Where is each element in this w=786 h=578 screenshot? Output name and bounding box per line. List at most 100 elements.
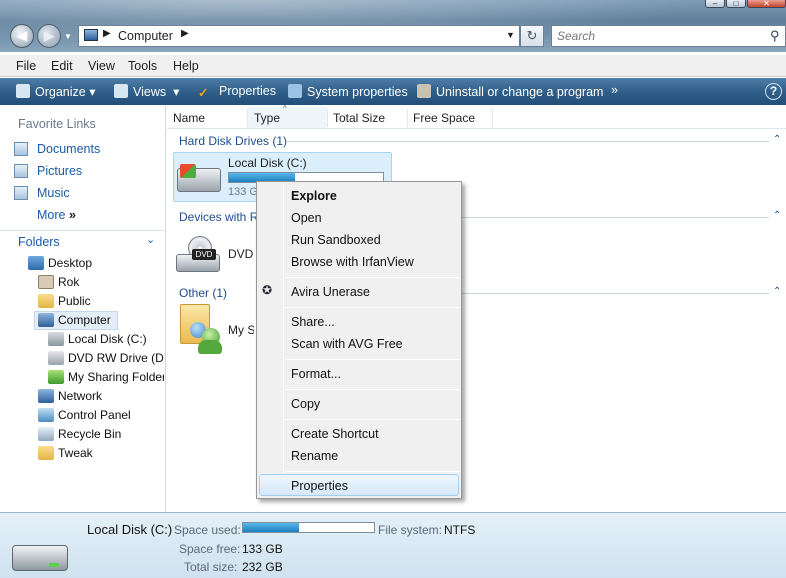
group-divider <box>461 217 769 218</box>
group-header-removable[interactable]: Devices with Removable Storage (1) <box>179 210 257 224</box>
search-icon[interactable]: ⚲ <box>770 28 780 44</box>
tree-item-network[interactable]: Network <box>58 389 102 403</box>
details-usage-bar <box>242 522 375 533</box>
column-name[interactable]: Name <box>173 111 205 125</box>
uninstall-icon <box>417 84 431 98</box>
views-button[interactable]: Views ▾ <box>114 84 179 99</box>
favorite-documents[interactable]: Documents <box>37 142 100 156</box>
menu-item-format[interactable]: Format... <box>291 367 341 381</box>
dvd-logo-label: DVD <box>192 249 216 260</box>
uninstall-label: Uninstall or change a program <box>436 85 604 99</box>
context-menu-gutter <box>283 184 284 496</box>
system-properties-icon <box>288 84 302 98</box>
tree-item-rok[interactable]: Rok <box>58 275 79 289</box>
chevron-down-icon[interactable]: ⌄ <box>146 233 155 246</box>
column-free-space[interactable]: Free Space <box>413 111 475 125</box>
refresh-button[interactable]: ↻ <box>520 25 544 47</box>
control-panel-icon <box>38 408 54 422</box>
breadcrumb-arrow-icon[interactable]: ▶ <box>181 28 189 39</box>
menu-item-browse-irfanview[interactable]: Browse with IrfanView <box>291 255 414 269</box>
organize-button[interactable]: Organize ▾ <box>16 84 95 99</box>
uninstall-button[interactable]: Uninstall or change a program <box>417 84 603 99</box>
tree-item-control-panel[interactable]: Control Panel <box>58 408 131 422</box>
search-box[interactable]: ⚲ <box>551 25 786 47</box>
network-icon <box>38 389 54 403</box>
minimize-button[interactable]: – <box>705 0 725 8</box>
dvd-drive-icon <box>48 351 64 365</box>
help-icon[interactable]: ? <box>765 83 782 100</box>
address-bar[interactable]: ▶ Computer ▶ ▼ <box>78 25 520 47</box>
collapse-group-icon[interactable]: ⌃ <box>773 286 781 297</box>
sharing-folder-name[interactable]: My Sharing Folders <box>228 323 254 337</box>
menu-file[interactable]: File <box>16 59 36 73</box>
system-properties-button[interactable]: System properties <box>288 84 408 99</box>
dvd-drive-name[interactable]: DVD RW Drive (D:) <box>228 247 254 261</box>
column-divider[interactable] <box>327 109 328 127</box>
menu-item-run-sandboxed[interactable]: Run Sandboxed <box>291 233 381 247</box>
menu-separator <box>285 307 459 308</box>
tree-item-recycle-bin[interactable]: Recycle Bin <box>58 427 121 441</box>
tree-item-tweak[interactable]: Tweak <box>58 446 93 460</box>
tree-item-computer[interactable]: Computer <box>58 313 111 327</box>
menu-item-scan-avg[interactable]: Scan with AVG Free <box>291 337 403 351</box>
menu-separator <box>285 471 459 472</box>
hard-drive-icon <box>48 332 64 346</box>
local-disk-free-text: 133 GB free of 232 GB <box>228 186 256 198</box>
menu-item-properties[interactable]: Properties <box>291 479 348 493</box>
favorite-pictures[interactable]: Pictures <box>37 164 82 178</box>
close-button[interactable]: ✕ <box>747 0 786 8</box>
tree-item-sharing-folders[interactable]: My Sharing Folders <box>68 370 164 384</box>
system-properties-label: System properties <box>307 85 408 99</box>
pictures-icon <box>14 164 28 178</box>
address-dropdown-icon[interactable]: ▼ <box>506 30 515 40</box>
tree-item-dvd-drive[interactable]: DVD RW Drive (D:) <box>68 351 164 365</box>
collapse-group-icon[interactable]: ⌃ <box>773 134 781 145</box>
column-total-size[interactable]: Total Size <box>333 111 385 125</box>
menu-item-explore[interactable]: Explore <box>291 189 337 203</box>
favorite-more-link[interactable]: More » <box>37 208 76 222</box>
menu-item-avira-unerase[interactable]: Avira Unerase <box>291 285 370 299</box>
menu-item-share[interactable]: Share... <box>291 315 335 329</box>
local-disk-name: Local Disk (C:) <box>228 156 307 170</box>
breadcrumb-computer[interactable]: Computer <box>118 29 173 43</box>
details-usage-fill <box>243 523 300 532</box>
menu-tools[interactable]: Tools <box>128 59 157 73</box>
breadcrumb-arrow-icon[interactable]: ▶ <box>103 28 111 39</box>
collapse-group-icon[interactable]: ⌃ <box>773 210 781 221</box>
menu-view[interactable]: View <box>88 59 115 73</box>
column-divider[interactable] <box>492 109 493 127</box>
tree-item-desktop[interactable]: Desktop <box>48 256 92 270</box>
menu-edit[interactable]: Edit <box>51 59 73 73</box>
maximize-button[interactable]: □ <box>726 0 746 8</box>
organize-icon <box>16 84 30 98</box>
menu-separator <box>285 277 459 278</box>
total-size-value: 232 GB <box>242 560 283 574</box>
menu-item-open[interactable]: Open <box>291 211 322 225</box>
menu-help[interactable]: Help <box>173 59 199 73</box>
checkmark-icon: ✓ <box>198 86 209 100</box>
properties-button[interactable]: ✓ Properties <box>198 84 276 100</box>
toolbar-overflow-button[interactable]: » <box>611 83 618 97</box>
column-type[interactable]: Type <box>254 111 280 125</box>
views-label: Views <box>133 85 167 99</box>
search-input[interactable] <box>552 26 762 46</box>
desktop-icon <box>28 256 44 270</box>
group-header-hard-disk[interactable]: Hard Disk Drives (1) <box>179 134 287 148</box>
favorite-music[interactable]: Music <box>37 186 70 200</box>
menu-item-copy[interactable]: Copy <box>291 397 320 411</box>
space-free-label: Space free: <box>179 542 241 556</box>
computer-icon <box>84 29 98 41</box>
tree-item-local-disk[interactable]: Local Disk (C:) <box>68 332 147 346</box>
tree-item-public[interactable]: Public <box>58 294 91 308</box>
avira-icon: ✪ <box>262 283 273 297</box>
recent-pages-chevron-icon[interactable]: ▼ <box>64 32 72 41</box>
group-header-other[interactable]: Other (1) <box>179 286 227 300</box>
column-header-row: Name Type ^ Total Size Free Space <box>167 104 786 129</box>
menu-item-rename[interactable]: Rename <box>291 449 338 463</box>
folders-header[interactable]: Folders ⌄ <box>0 230 166 252</box>
column-divider[interactable] <box>407 109 408 127</box>
back-button[interactable]: ◀ <box>10 24 34 48</box>
group-divider <box>461 293 769 294</box>
menu-item-create-shortcut[interactable]: Create Shortcut <box>291 427 379 441</box>
forward-button[interactable]: ▶ <box>37 24 61 48</box>
